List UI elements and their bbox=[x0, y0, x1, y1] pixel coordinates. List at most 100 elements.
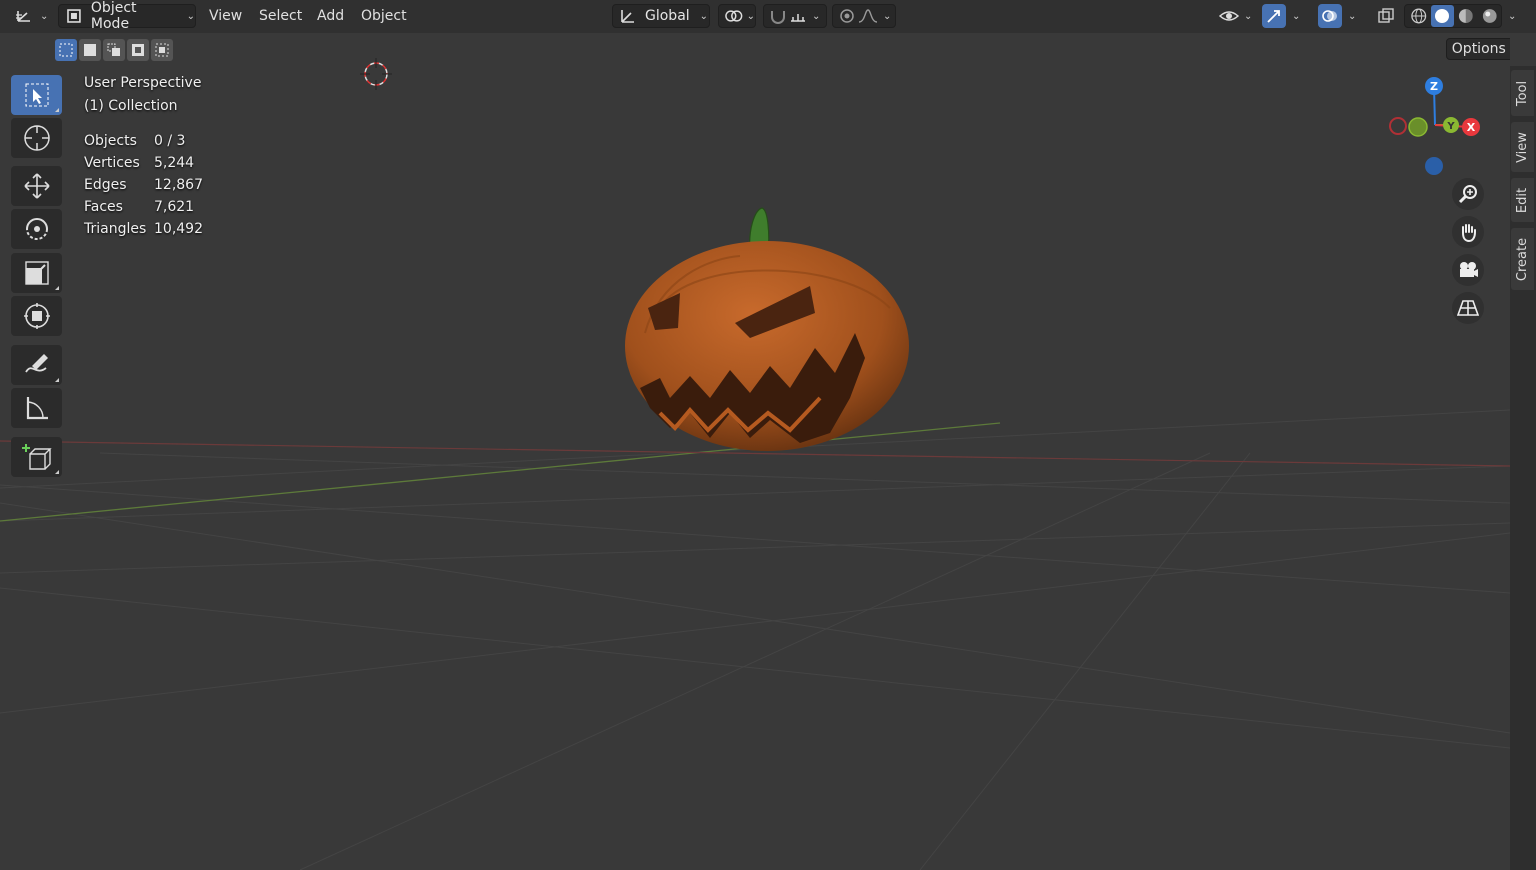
tool-cursor[interactable] bbox=[11, 118, 62, 158]
stat-row: Edges 12,867 bbox=[84, 177, 203, 199]
stat-row: Vertices 5,244 bbox=[84, 155, 203, 177]
zoom-icon bbox=[1458, 185, 1477, 204]
chevron-down-icon: ⌄ bbox=[746, 10, 755, 22]
snap-increment-icon bbox=[791, 14, 805, 22]
select-new-icon bbox=[59, 43, 73, 57]
select-invert-icon bbox=[132, 44, 144, 56]
3d-viewport[interactable]: User Perspective (1) Collection Objects 0… bbox=[0, 33, 1510, 870]
gizmo-icon bbox=[1267, 10, 1280, 23]
select-subtract-button[interactable] bbox=[103, 39, 125, 61]
stat-row: Triangles 10,492 bbox=[84, 221, 203, 243]
chevron-down-icon: ⌄ bbox=[1292, 10, 1301, 22]
visibility-dropdown[interactable]: ⌄ bbox=[1214, 4, 1256, 28]
shading-dropdown[interactable]: ⌄ bbox=[1504, 4, 1522, 28]
select-invert-button[interactable] bbox=[127, 39, 149, 61]
select-new-button[interactable] bbox=[55, 39, 77, 61]
overlays-toggle[interactable] bbox=[1318, 4, 1342, 28]
tool-annotate[interactable] bbox=[11, 345, 62, 385]
select-subtract-icon bbox=[107, 43, 120, 56]
tab-tool[interactable]: Tool bbox=[1511, 70, 1534, 116]
solid-shading-icon bbox=[1435, 9, 1450, 23]
axis-x-label: X bbox=[1467, 121, 1476, 134]
chevron-down-icon: ⌄ bbox=[883, 10, 892, 22]
tab-edit[interactable]: Edit bbox=[1511, 178, 1534, 222]
stat-value: 5,244 bbox=[154, 155, 195, 171]
chevron-down-icon: ⌄ bbox=[186, 10, 195, 22]
tool-move[interactable] bbox=[11, 166, 62, 206]
proportional-icon bbox=[840, 9, 854, 23]
tool-add-cube[interactable] bbox=[11, 437, 62, 477]
xray-icon bbox=[1378, 8, 1394, 23]
menu-object[interactable]: Object bbox=[361, 5, 407, 27]
chevron-down-icon: ⌄ bbox=[40, 10, 49, 22]
move-icon bbox=[23, 173, 50, 199]
options-dropdown[interactable]: Options ⌄ bbox=[1446, 38, 1510, 60]
shading-modes[interactable] bbox=[1404, 4, 1502, 28]
perspective-grid-icon bbox=[1457, 300, 1479, 316]
view-name: User Perspective bbox=[84, 75, 202, 91]
pivot-point-dropdown[interactable]: ⌄ bbox=[718, 4, 756, 28]
rendered-shading-icon[interactable] bbox=[1478, 7, 1502, 25]
tool-options-corner bbox=[55, 286, 59, 290]
overlays-dropdown[interactable]: ⌄ bbox=[1344, 4, 1362, 28]
xray-toggle[interactable] bbox=[1374, 4, 1398, 28]
tab-view[interactable]: View bbox=[1511, 122, 1534, 172]
neg-x-handle[interactable] bbox=[1389, 117, 1407, 135]
collection-name: (1) Collection bbox=[84, 98, 178, 114]
pumpkin-object[interactable] bbox=[600, 198, 930, 468]
tab-tool-label: Tool bbox=[1515, 80, 1531, 106]
tool-rotate[interactable] bbox=[11, 209, 62, 249]
eye-icon bbox=[1218, 11, 1240, 21]
tab-create[interactable]: Create bbox=[1511, 228, 1534, 290]
select-extend-button[interactable] bbox=[79, 39, 101, 61]
cursor-icon bbox=[23, 125, 50, 151]
transform-orientation-dropdown[interactable]: Global ⌄ bbox=[612, 4, 710, 28]
axis-z-label: Z bbox=[1430, 80, 1438, 93]
pivot-icon bbox=[725, 10, 743, 22]
menu-add[interactable]: Add bbox=[317, 5, 344, 27]
camera-icon bbox=[1460, 262, 1478, 277]
chevron-down-icon: ⌄ bbox=[812, 10, 821, 22]
tool-select-box[interactable] bbox=[11, 75, 62, 115]
magnet-icon bbox=[771, 11, 785, 24]
tool-measure[interactable] bbox=[11, 388, 62, 428]
3d-cursor-icon[interactable] bbox=[358, 56, 394, 92]
select-intersect-button[interactable] bbox=[151, 39, 173, 61]
chevron-down-icon: ⌄ bbox=[1244, 10, 1253, 22]
add-cube-icon bbox=[21, 444, 52, 470]
solid-shading-button[interactable] bbox=[1430, 5, 1454, 27]
tool-transform[interactable] bbox=[11, 296, 62, 336]
zoom-button[interactable] bbox=[1452, 178, 1484, 210]
stat-row: Faces 7,621 bbox=[84, 199, 203, 221]
camera-view-button[interactable] bbox=[1452, 254, 1484, 286]
neg-z-handle[interactable] bbox=[1425, 157, 1443, 175]
tab-edit-label: Edit bbox=[1515, 187, 1530, 213]
neg-y-handle[interactable] bbox=[1408, 117, 1428, 137]
gizmo-dropdown[interactable]: ⌄ bbox=[1288, 4, 1306, 28]
mode-dropdown[interactable]: Object Mode ⌄ bbox=[58, 0, 196, 32]
stat-row: Objects 0 / 3 bbox=[84, 133, 203, 155]
orientation-label: Global bbox=[645, 8, 690, 24]
select-intersect-icon bbox=[155, 43, 169, 57]
stat-label: Vertices bbox=[84, 155, 140, 171]
navigation-gizmo[interactable]: Z Y X bbox=[1380, 75, 1490, 180]
scale-icon bbox=[24, 261, 49, 285]
stat-label: Edges bbox=[84, 177, 127, 193]
menu-view[interactable]: View bbox=[209, 5, 242, 27]
proportional-editing[interactable]: ⌄ bbox=[832, 4, 896, 28]
wireframe-shading-icon[interactable] bbox=[1407, 7, 1431, 25]
axes-grid-icon bbox=[16, 11, 30, 22]
tool-options-corner bbox=[55, 470, 59, 474]
projection-toggle-button[interactable] bbox=[1452, 292, 1484, 324]
gizmo-toggle[interactable] bbox=[1262, 4, 1286, 28]
viewport-header: ⌄ Object Mode ⌄ View Select Add Object G… bbox=[0, 0, 1536, 33]
stat-value: 7,621 bbox=[154, 199, 195, 215]
menu-select[interactable]: Select bbox=[259, 5, 302, 27]
editor-type-dropdown[interactable]: ⌄ bbox=[14, 4, 50, 28]
material-shading-icon[interactable] bbox=[1454, 7, 1478, 25]
stat-label: Objects bbox=[84, 133, 137, 149]
pan-button[interactable] bbox=[1452, 216, 1484, 248]
scene-statistics: Objects 0 / 3 Vertices 5,244 Edges 12,867 F… bbox=[84, 133, 203, 243]
tool-scale[interactable] bbox=[11, 253, 62, 293]
snap-controls[interactable]: ⌄ bbox=[763, 4, 827, 28]
